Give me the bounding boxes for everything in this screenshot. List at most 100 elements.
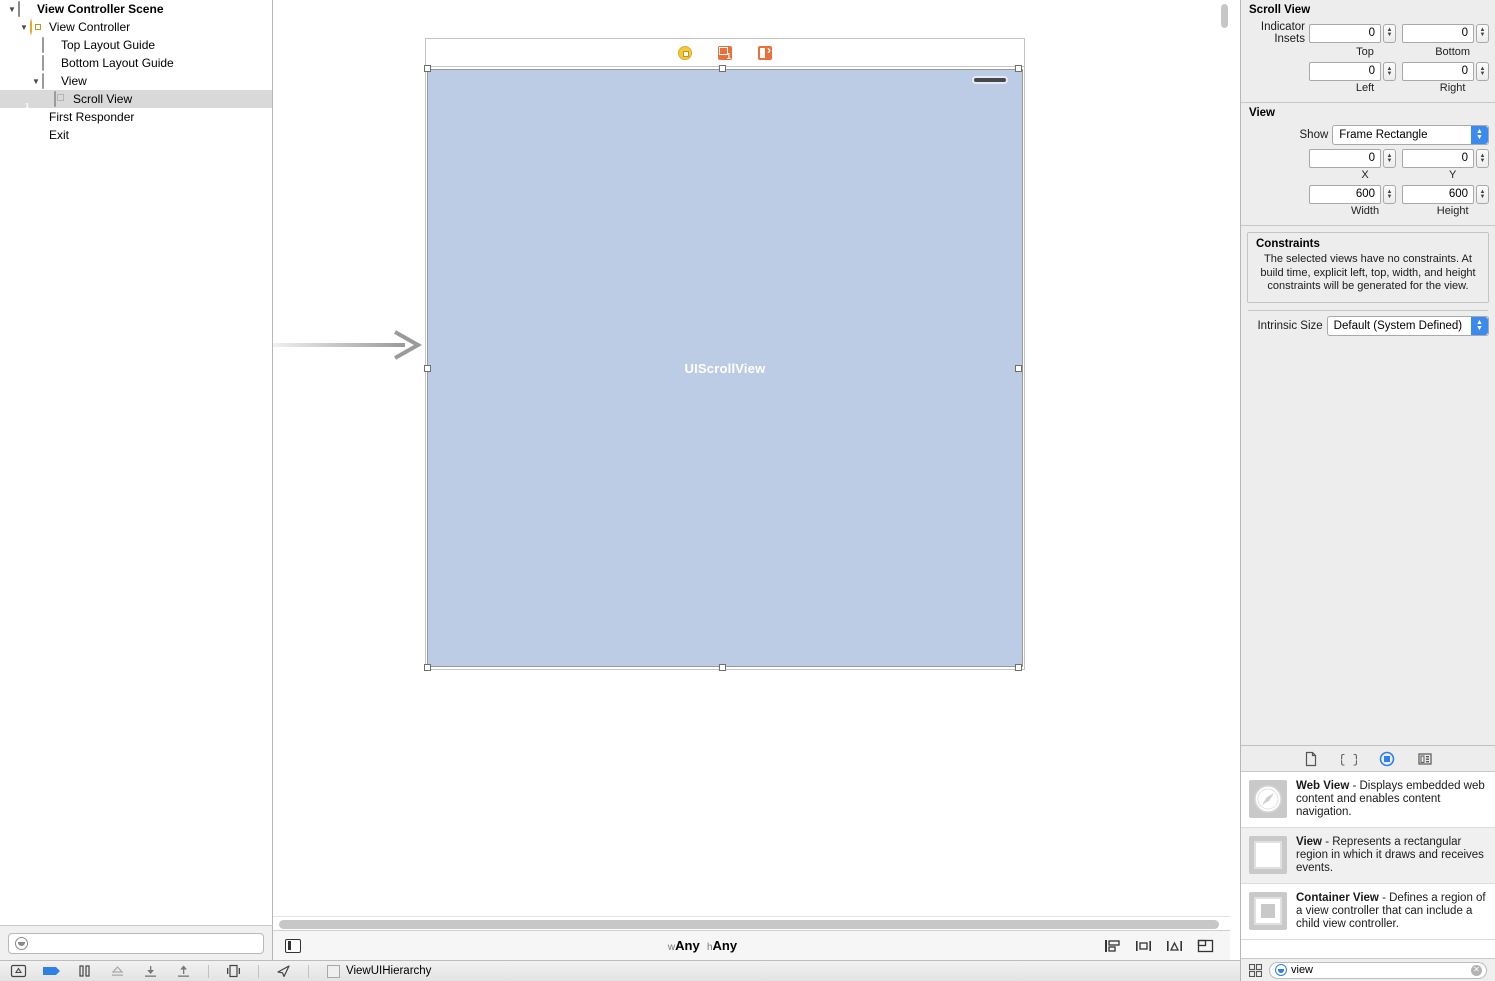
pause-icon[interactable]: [76, 964, 93, 978]
outline-row-view[interactable]: ▼ View: [0, 72, 272, 90]
outline-row-top-layout-guide[interactable]: Top Layout Guide: [0, 36, 272, 54]
library-item[interactable]: Web View - Displays embedded web content…: [1241, 772, 1495, 828]
resize-handle-middle-left[interactable]: [424, 365, 431, 372]
library-item-description: - Represents a rectangular region in whi…: [1296, 836, 1484, 874]
intrinsic-size-label: Intrinsic Size: [1257, 319, 1323, 332]
frame-y-field[interactable]: 0: [1402, 149, 1474, 168]
canvas-vertical-scroll-thumb[interactable]: [1221, 4, 1228, 28]
chevron-updown-icon: ▲ ▼: [1471, 126, 1488, 144]
library-tab-bar[interactable]: { }: [1241, 746, 1495, 771]
indicator-inset-top-stepper[interactable]: ▲ ▼: [1383, 23, 1396, 43]
disclosure-triangle-icon[interactable]: ▼: [30, 75, 42, 87]
toolbar-separator-2: [258, 964, 259, 978]
frame-y-stepper[interactable]: ▲ ▼: [1476, 149, 1489, 168]
size-inspector[interactable]: Scroll View Indicator Insets 0 ▲ ▼ 0 ▲ ▼ T…: [1240, 0, 1495, 745]
show-popup-button[interactable]: Frame Rectangle ▲ ▼: [1332, 125, 1489, 145]
resize-handle-middle-right[interactable]: [1015, 365, 1022, 372]
filter-circle-icon: [15, 936, 28, 950]
resize-handle-top-left[interactable]: [424, 65, 431, 72]
library-filter-text: view: [1291, 964, 1314, 976]
library-filter-token[interactable]: view: [1275, 964, 1313, 976]
library-item-list[interactable]: Web View - Displays embedded web content…: [1241, 771, 1495, 958]
toolbar-separator-1: [208, 964, 209, 978]
media-library-tab[interactable]: [1417, 751, 1433, 767]
align-button[interactable]: [1104, 939, 1121, 953]
scene-dock[interactable]: [425, 38, 1025, 66]
clear-search-button[interactable]: ✕: [1471, 964, 1482, 976]
breadcrumb[interactable]: ViewUIHierarchy: [327, 964, 431, 978]
outline-row-label: View Controller Scene: [37, 2, 164, 16]
outline-row-first-responder[interactable]: First Responder: [0, 108, 272, 126]
indicator-inset-bottom-stepper[interactable]: ▲ ▼: [1476, 23, 1489, 43]
step-over-icon[interactable]: [109, 964, 126, 978]
show-label: Show: [1299, 129, 1329, 141]
outline-row-scroll-view[interactable]: Scroll View: [0, 90, 272, 108]
resizing-behavior-button[interactable]: [1197, 939, 1214, 953]
indicator-inset-left-field[interactable]: 0: [1309, 62, 1381, 81]
frame-height-field[interactable]: 600: [1402, 185, 1474, 204]
frame-x-sublabel: X: [1361, 169, 1369, 181]
show-debug-area-icon[interactable]: [10, 964, 27, 978]
outline-row-label: Exit: [49, 128, 70, 142]
resize-handle-top-right[interactable]: [1015, 65, 1022, 72]
first-responder-icon[interactable]: [718, 45, 732, 61]
library-search-field[interactable]: view ✕: [1269, 961, 1487, 979]
storyboard-canvas[interactable]: UIScrollView: [273, 0, 1230, 916]
grid-view-toggle-icon[interactable]: [1248, 963, 1263, 977]
frame-width-field[interactable]: 600: [1309, 185, 1381, 204]
breakpoints-icon[interactable]: [43, 964, 60, 978]
document-outline-toggle-button[interactable]: [285, 938, 301, 953]
resolve-auto-layout-issues-button[interactable]: [1166, 939, 1183, 953]
intrinsic-size-popup-button[interactable]: Default (System Defined) ▲ ▼: [1326, 315, 1489, 336]
indicator-inset-left-stepper[interactable]: ▲ ▼: [1383, 62, 1396, 81]
document-outline[interactable]: ▼ View Controller Scene ▼ View Controller To…: [0, 0, 273, 925]
outline-filter-input[interactable]: [8, 932, 264, 954]
outline-filter-bar: [0, 925, 273, 960]
resize-handle-bottom-right[interactable]: [1015, 664, 1022, 671]
outline-row-view-controller[interactable]: ▼ View Controller: [0, 18, 272, 36]
indicator-inset-right-field[interactable]: 0: [1402, 62, 1474, 81]
resize-handle-bottom-center[interactable]: [719, 664, 726, 671]
bottom-layout-guide-icon: [42, 55, 57, 71]
pin-button[interactable]: [1135, 939, 1152, 953]
outline-row-exit[interactable]: Exit: [0, 126, 272, 144]
frame-height-stepper[interactable]: ▲ ▼: [1476, 185, 1489, 204]
show-popup-value: Frame Rectangle: [1339, 129, 1428, 141]
frame-x-stepper[interactable]: ▲ ▼: [1383, 149, 1396, 168]
object-library-tab[interactable]: [1379, 751, 1395, 767]
size-class-width-value: Any: [675, 938, 700, 953]
canvas-horizontal-scroll-thumb[interactable]: [279, 920, 1219, 929]
view-controller-icon[interactable]: [678, 45, 692, 60]
outline-row-bottom-layout-guide[interactable]: Bottom Layout Guide: [0, 54, 272, 72]
file-template-library-tab[interactable]: [1303, 751, 1319, 767]
exit-icon[interactable]: [758, 43, 772, 60]
canvas-horizontal-scrollbar[interactable]: [273, 916, 1230, 930]
frame-width-stepper[interactable]: ▲ ▼: [1383, 185, 1396, 204]
outline-row-label: Bottom Layout Guide: [61, 56, 174, 70]
frame-x-field[interactable]: 0: [1309, 149, 1381, 168]
library-item[interactable]: View - Represents a rectangular region i…: [1241, 828, 1495, 884]
code-snippet-library-tab[interactable]: { }: [1338, 751, 1360, 767]
indicator-inset-bottom-sublabel: Bottom: [1435, 46, 1471, 58]
constraints-title: Constraints: [1256, 238, 1320, 250]
step-out-icon[interactable]: [175, 964, 192, 978]
location-simulate-icon[interactable]: [275, 964, 292, 978]
canvas-vertical-scrollbar[interactable]: [1219, 2, 1230, 908]
scroll-view-object[interactable]: UIScrollView: [427, 69, 1023, 667]
disclosure-triangle-icon[interactable]: ▼: [18, 21, 30, 33]
indicator-inset-top-field[interactable]: 0: [1309, 23, 1381, 43]
object-library-panel[interactable]: { } Web View - Displays embedded web con…: [1240, 745, 1495, 958]
indicator-inset-bottom-field[interactable]: 0: [1402, 23, 1474, 43]
filter-token-icon: [1275, 964, 1287, 976]
resize-handle-bottom-left[interactable]: [424, 664, 431, 671]
indicator-inset-right-stepper[interactable]: ▲ ▼: [1476, 62, 1489, 81]
view-controller-view[interactable]: UIScrollView: [424, 65, 1025, 671]
step-into-icon[interactable]: [142, 964, 159, 978]
size-class-button[interactable]: wAny hAny: [301, 938, 1104, 953]
disclosure-triangle-icon[interactable]: ▼: [6, 3, 18, 15]
resize-handle-top-center[interactable]: [719, 65, 726, 72]
view-debugger-icon[interactable]: [225, 964, 242, 978]
library-item-title: Web View: [1296, 780, 1350, 792]
library-item[interactable]: Container View - Defines a region of a v…: [1241, 884, 1495, 940]
outline-row-view-controller-scene[interactable]: ▼ View Controller Scene: [0, 0, 272, 18]
